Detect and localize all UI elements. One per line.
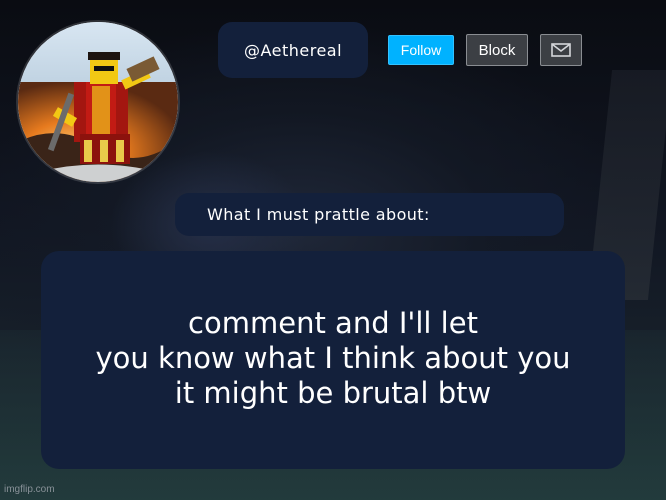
username-label: @Aethereal — [218, 22, 368, 78]
imgflip-watermark: imgflip.com — [4, 484, 55, 495]
about-heading: What I must prattle about: — [207, 205, 430, 224]
block-button[interactable]: Block — [466, 34, 528, 66]
about-line: you know what I think about you — [95, 340, 571, 375]
block-button-label: Block — [478, 41, 516, 59]
about-line: comment and I'll let — [188, 305, 478, 340]
username-text: @Aethereal — [243, 40, 343, 60]
about-content-card: comment and I'll let you know what I thi… — [41, 251, 625, 469]
message-button[interactable] — [540, 34, 582, 66]
follow-button[interactable]: Follow — [388, 35, 454, 65]
about-line: it might be brutal btw — [174, 375, 492, 410]
mail-icon — [551, 43, 571, 57]
about-text: comment and I'll let you know what I thi… — [96, 306, 571, 415]
about-heading-bar: What I must prattle about: — [175, 193, 564, 236]
profile-avatar[interactable] — [18, 22, 178, 182]
follow-button-label: Follow — [400, 42, 442, 58]
roblox-avatar-icon — [18, 22, 178, 182]
